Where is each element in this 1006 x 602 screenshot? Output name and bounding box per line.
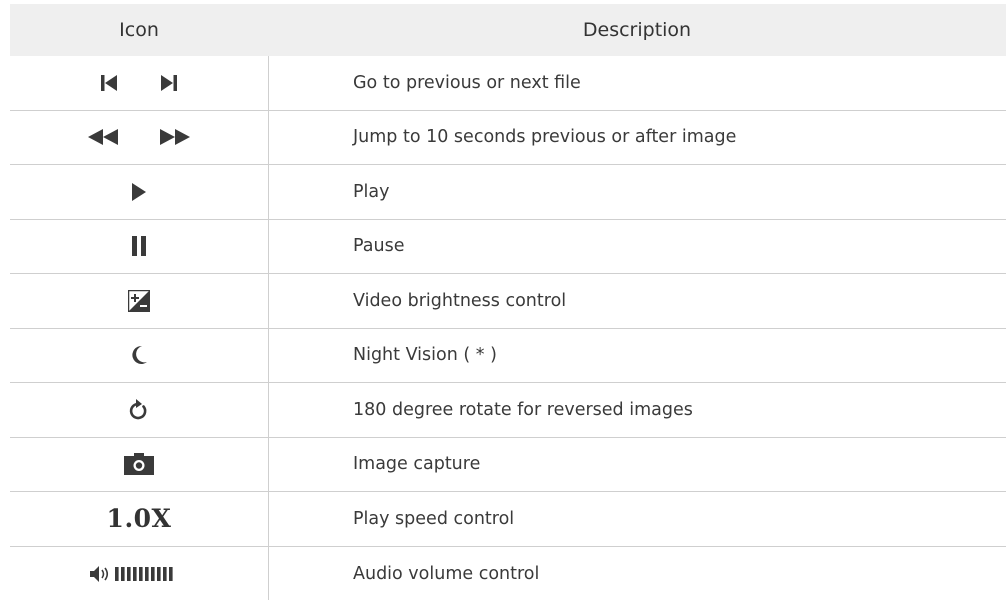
rotate-icon <box>129 398 149 421</box>
play-icon <box>131 182 147 201</box>
volume-icon <box>90 565 188 583</box>
icon-cell <box>10 56 268 110</box>
row-description: Audio volume control <box>353 563 540 584</box>
icon-cell <box>10 329 268 383</box>
icon-description-table: Icon Description Go to previous or next … <box>10 4 1006 601</box>
header-description-label: Description <box>582 19 692 41</box>
table-row: 180 degree rotate for reversed images <box>10 383 1006 438</box>
row-description: Play <box>353 181 390 202</box>
table-row: 1.0X Play speed control <box>10 492 1006 547</box>
table-header: Icon Description <box>10 4 1006 56</box>
table-row: Image capture <box>10 438 1006 492</box>
row-description: Night Vision ( * ) <box>353 345 497 366</box>
play-speed-icon: 1.0X <box>106 504 172 534</box>
fast-forward-icon <box>160 129 190 146</box>
header-icon-label: Icon <box>119 19 159 41</box>
table-row: Go to previous or next file <box>10 56 1006 111</box>
table-row: Play <box>10 165 1006 220</box>
icon-cell <box>10 165 268 219</box>
row-description: 180 degree rotate for reversed images <box>353 399 693 420</box>
icon-cell <box>10 438 268 492</box>
icon-cell <box>10 383 268 437</box>
table-row: Jump to 10 seconds previous or after ima… <box>10 111 1006 165</box>
camera-icon <box>124 453 154 476</box>
table-row: Video brightness control <box>10 274 1006 329</box>
moon-icon <box>130 345 148 365</box>
icon-cell <box>10 547 268 602</box>
pause-icon <box>131 236 147 257</box>
table-row: Night Vision ( * ) <box>10 329 1006 383</box>
row-description: Image capture <box>353 454 481 475</box>
icon-cell: 1.0X <box>10 492 268 546</box>
brightness-icon <box>128 289 150 312</box>
icon-cell <box>10 274 268 328</box>
skip-next-icon <box>160 74 178 92</box>
row-description: Video brightness control <box>353 290 567 311</box>
row-description: Pause <box>353 236 405 257</box>
icon-cell <box>10 220 268 274</box>
table-row: Audio volume control <box>10 547 1006 602</box>
rewind-icon <box>88 129 118 146</box>
skip-previous-icon <box>100 74 118 92</box>
row-description: Go to previous or next file <box>353 72 581 93</box>
row-description: Play speed control <box>353 508 515 529</box>
row-description: Jump to 10 seconds previous or after ima… <box>353 127 737 148</box>
icon-cell <box>10 111 268 165</box>
table-row: Pause <box>10 220 1006 274</box>
